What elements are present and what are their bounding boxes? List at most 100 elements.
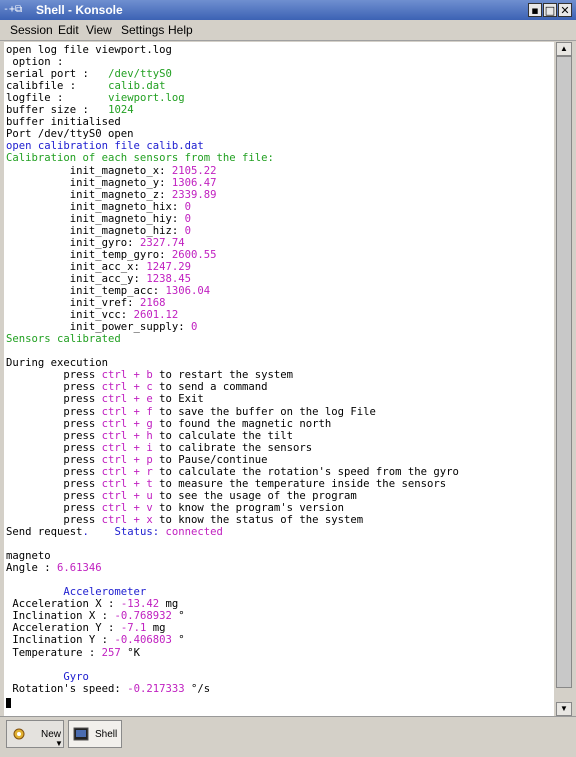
vertical-scrollbar[interactable]: ▲ ▼ bbox=[556, 42, 572, 716]
menu-session[interactable]: Session bbox=[10, 23, 53, 37]
terminal-text-segment: ctrl + i bbox=[101, 441, 153, 454]
terminal-text-segment: init_vref: bbox=[6, 297, 140, 310]
window-menu-icon[interactable]: -+⧉ bbox=[3, 3, 31, 17]
terminal-text-segment: 6.61346 bbox=[57, 562, 102, 575]
terminal-text-segment: 0 bbox=[190, 321, 198, 334]
terminal-text-segment: init_magneto_hiz: bbox=[6, 224, 185, 237]
terminal-text-segment: 0 bbox=[184, 200, 191, 213]
terminal-text-segment: -0.406803 bbox=[114, 634, 172, 647]
terminal-line: press ctrl + b to restart the system bbox=[6, 369, 293, 381]
terminal-text-segment: 1238.45 bbox=[146, 272, 191, 285]
terminal-line: Acceleration Y : -7.1 mg bbox=[6, 622, 165, 634]
terminal-text-segment: Port /dev/ttyS0 open bbox=[6, 128, 134, 141]
title-bar[interactable]: -+⧉ Shell - Konsole ▪ □ ✕ bbox=[0, 0, 576, 20]
terminal-line: Angle : 6.61346 bbox=[6, 562, 102, 574]
terminal-line: press ctrl + x to know the status of the… bbox=[6, 514, 363, 526]
terminal-line: init_magneto_hiy: 0 bbox=[6, 213, 191, 225]
menu-help[interactable]: Help bbox=[168, 23, 193, 37]
menu-edit[interactable]: Edit bbox=[58, 23, 79, 37]
terminal-line: init_magneto_hix: 0 bbox=[6, 201, 191, 213]
terminal-text-segment: -0.768932 bbox=[114, 610, 172, 623]
terminal-text-segment: °K bbox=[120, 646, 140, 659]
new-session-button[interactable]: New ▼ bbox=[6, 720, 64, 748]
scroll-up-icon[interactable]: ▲ bbox=[556, 42, 572, 56]
terminal-line: logfile : viewport.log bbox=[6, 92, 185, 104]
menu-settings[interactable]: Settings bbox=[121, 23, 164, 37]
terminal-text-segment: -7.1 bbox=[120, 622, 147, 635]
terminal-line: press ctrl + c to send a command bbox=[6, 381, 267, 393]
terminal-text-segment: open calibration file calib.dat bbox=[6, 140, 204, 153]
terminal-text-segment: init_magneto_z: bbox=[6, 188, 172, 201]
terminal-text-segment: press bbox=[6, 405, 102, 418]
terminal-line: press ctrl + r to calculate the rotation… bbox=[6, 465, 459, 478]
terminal-text-segment: calibfile : bbox=[6, 80, 109, 93]
terminal-line: press ctrl + i to calibrate the sensors bbox=[6, 442, 312, 454]
terminal-text-segment: to Exit bbox=[152, 393, 204, 406]
chevron-down-icon: ▼ bbox=[55, 739, 63, 748]
terminal-line: serial port : /dev/ttyS0 bbox=[6, 68, 172, 80]
terminal-text-segment: press bbox=[6, 393, 102, 406]
terminal-line: init_temp_acc: 1306.04 bbox=[6, 285, 210, 297]
session-tab-bar: New ▼ Shell bbox=[0, 716, 576, 753]
terminal-line: Sensors calibrated bbox=[6, 333, 121, 345]
terminal-text-segment: 1247.29 bbox=[146, 260, 191, 273]
terminal-text-segment: Inclination X : bbox=[6, 610, 115, 623]
terminal-text-segment: 2327.74 bbox=[139, 236, 185, 249]
terminal-line: Inclination X : -0.768932 ° bbox=[6, 610, 185, 623]
terminal-icon bbox=[73, 727, 89, 741]
close-icon[interactable]: ✕ bbox=[558, 3, 572, 17]
terminal-text-segment: Rotation's speed: bbox=[6, 682, 128, 695]
scroll-down-icon[interactable]: ▼ bbox=[556, 702, 572, 716]
terminal-line: press ctrl + g to found the magnetic nor… bbox=[6, 418, 331, 430]
terminal-text-segment: °/s bbox=[184, 682, 211, 695]
terminal-text-segment: press bbox=[6, 477, 102, 490]
terminal-text-segment: 2601.12 bbox=[133, 309, 179, 322]
terminal-text-segment: Acceleration Y : bbox=[6, 622, 121, 635]
terminal-output[interactable]: open log file viewport.log option : seria… bbox=[4, 42, 554, 716]
terminal-text-segment: 257 bbox=[101, 646, 121, 659]
terminal-text-segment: viewport.log bbox=[108, 92, 185, 105]
terminal-line: init_temp_gyro: 2600.55 bbox=[6, 249, 217, 261]
terminal-text-segment: mg bbox=[159, 598, 179, 611]
terminal-text-segment: 1306.47 bbox=[171, 176, 217, 189]
terminal-text-segment: ctrl + x bbox=[101, 513, 153, 526]
terminal-text-segment: to calibrate the sensors bbox=[152, 441, 313, 454]
terminal-text-segment: 1306.04 bbox=[165, 285, 211, 297]
terminal-text-segment: Inclination Y : bbox=[6, 634, 115, 647]
terminal-text-segment: ctrl + f bbox=[101, 405, 153, 418]
terminal-text-segment: Calibration of each sensors from the fil… bbox=[6, 152, 274, 165]
terminal-line: Rotation's speed: -0.217333 °/s bbox=[6, 683, 210, 695]
terminal-text-segment: press bbox=[6, 429, 102, 442]
terminal-text-segment: buffer size : bbox=[6, 104, 109, 117]
terminal-line: option : bbox=[6, 56, 63, 68]
terminal-text-segment: init_magneto_hix: bbox=[6, 200, 185, 213]
terminal-text-segment: ° bbox=[171, 610, 185, 623]
terminal-text-segment: init_magneto_y: bbox=[6, 176, 172, 189]
terminal-line: Accelerometer bbox=[6, 586, 146, 598]
terminal-text-segment: /dev/ttyS0 bbox=[108, 68, 172, 81]
terminal-text-segment: to Pause/continue bbox=[152, 453, 268, 466]
maximize-icon[interactable]: □ bbox=[543, 3, 557, 17]
terminal-text-segment: press bbox=[6, 513, 102, 526]
terminal-text-segment: During execution bbox=[6, 357, 109, 370]
terminal-text-segment: 2105.22 bbox=[171, 164, 217, 177]
terminal-line: open calibration file calib.dat bbox=[6, 140, 204, 152]
menu-view[interactable]: View bbox=[86, 23, 112, 37]
tab-shell[interactable]: Shell bbox=[68, 720, 122, 748]
terminal-line: Acceleration X : -13.42 mg bbox=[6, 598, 178, 610]
terminal-text-segment: ctrl + r bbox=[101, 465, 153, 478]
terminal-line: Inclination Y : -0.406803 ° bbox=[6, 634, 184, 647]
terminal-text-segment: to calculate the rotation's speed from t… bbox=[152, 465, 459, 478]
terminal-text-segment: press bbox=[6, 489, 102, 502]
minimize-icon[interactable]: ▪ bbox=[528, 3, 542, 17]
terminal-line: init_acc_x: 1247.29 bbox=[6, 261, 191, 273]
scroll-thumb[interactable] bbox=[556, 56, 572, 688]
terminal-text-segment: init_temp_acc: bbox=[6, 285, 166, 297]
terminal-line: init_vcc: 2601.12 bbox=[6, 309, 178, 321]
terminal-text-segment: init_gyro: bbox=[6, 236, 140, 249]
terminal-line: open log file viewport.log bbox=[6, 44, 172, 56]
terminal-line: init_power_supply: 0 bbox=[6, 321, 198, 334]
terminal-text-segment: press bbox=[6, 417, 102, 430]
terminal-text-segment: ctrl + e bbox=[101, 393, 153, 406]
